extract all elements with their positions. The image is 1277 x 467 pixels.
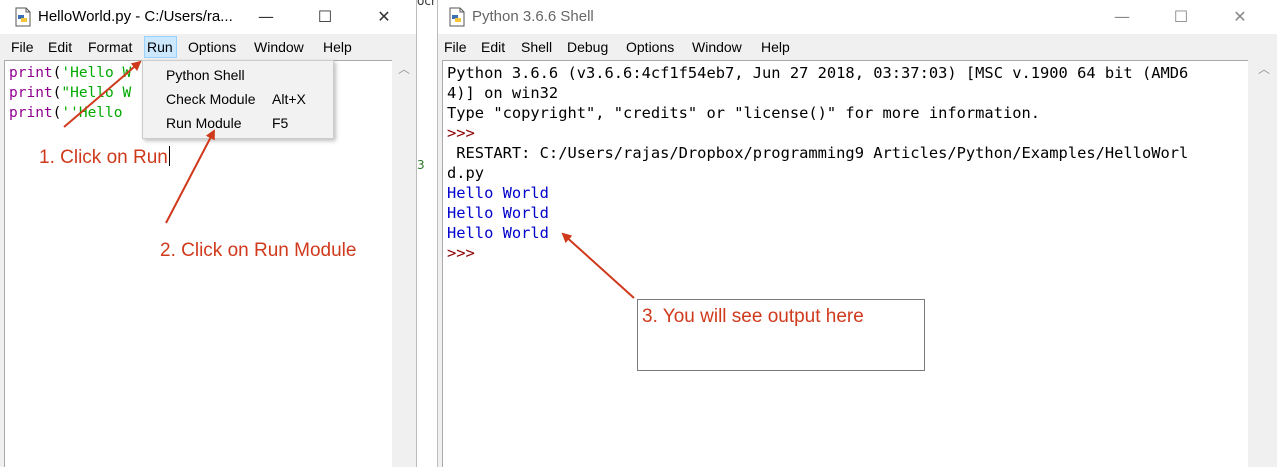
shell-menu-options[interactable]: Options — [626, 39, 674, 55]
shell-restart-line-2: d.py — [447, 164, 485, 182]
editor-menu-options[interactable]: Options — [188, 39, 236, 55]
editor-minimize-button[interactable]: — — [246, 3, 286, 31]
run-menu-dropdown: Python Shell Check Module Alt+X Run Modu… — [142, 60, 334, 139]
shell-maximize-button[interactable]: ☐ — [1161, 3, 1201, 31]
menu-item-run-module[interactable]: Run Module F5 — [143, 111, 333, 135]
shell-menu-window[interactable]: Window — [692, 39, 742, 55]
shell-prompt-1: >>> — [447, 124, 475, 142]
annotation-step-3: 3. You will see output here — [642, 306, 864, 327]
scroll-up-icon[interactable]: ︿ — [1258, 63, 1270, 75]
editor-menu-file[interactable]: File — [11, 39, 34, 55]
shell-output-line-2: Hello World — [447, 204, 549, 222]
text-cursor — [168, 146, 170, 166]
shell-title: Python 3.6.6 Shell — [472, 8, 594, 25]
python-shell-icon — [449, 7, 465, 27]
shell-prompt-2: >>> — [447, 244, 475, 262]
code-line-3: print(''Hello — [9, 105, 123, 121]
shell-window: Python 3.6.6 Shell — ☐ ✕ File Edit Shell… — [437, 0, 1277, 467]
shell-menubar: File Edit Shell Debug Options Window Hel… — [438, 34, 1277, 60]
menu-item-python-shell[interactable]: Python Shell — [143, 63, 333, 87]
shell-restart-line-1: RESTART: C:/Users/rajas/Dropbox/programm… — [447, 144, 1189, 162]
shell-menu-edit[interactable]: Edit — [481, 39, 505, 55]
shell-banner-line-3: Type "copyright", "credits" or "license(… — [447, 104, 1041, 122]
editor-close-button[interactable]: ✕ — [364, 3, 404, 31]
editor-menu-help[interactable]: Help — [323, 39, 352, 55]
shell-output-line-3: Hello World — [447, 224, 549, 242]
shell-menu-shell[interactable]: Shell — [521, 39, 552, 55]
editor-menubar: File Edit Format Run Options Window Help — [0, 34, 416, 60]
editor-titlebar[interactable]: HelloWorld.py - C:/Users/ra... — ☐ ✕ — [0, 0, 416, 34]
editor-menu-window[interactable]: Window — [254, 39, 304, 55]
editor-menu-edit[interactable]: Edit — [48, 39, 72, 55]
shell-scrollbar[interactable]: ︿ — [1254, 60, 1274, 467]
code-line-1: print('Hello W — [9, 65, 132, 81]
shell-menu-debug[interactable]: Debug — [567, 39, 608, 55]
editor-title: HelloWorld.py - C:/Users/ra... — [38, 8, 233, 25]
scroll-up-icon[interactable]: ︿ — [398, 63, 410, 75]
shell-banner-line-2: 4)] on win32 — [447, 84, 559, 102]
shell-minimize-button[interactable]: — — [1102, 3, 1142, 31]
python-file-icon — [15, 7, 31, 27]
shell-menu-file[interactable]: File — [444, 39, 467, 55]
code-line-2: print("Hello W — [9, 85, 132, 101]
shell-titlebar[interactable]: Python 3.6.6 Shell — ☐ ✕ — [438, 0, 1277, 34]
annotation-step-1: 1. Click on Run — [39, 146, 170, 168]
shell-banner-line-1: Python 3.6.6 (v3.6.6:4cf1f54eb7, Jun 27 … — [447, 64, 1189, 82]
menu-item-check-module[interactable]: Check Module Alt+X — [143, 87, 333, 111]
background-window-fragment: ocr — [417, 0, 436, 8]
shell-output-line-1: Hello World — [447, 184, 549, 202]
editor-menu-format[interactable]: Format — [88, 39, 132, 55]
editor-maximize-button[interactable]: ☐ — [305, 3, 345, 31]
shell-output-area[interactable]: Python 3.6.6 (v3.6.6:4cf1f54eb7, Jun 27 … — [442, 60, 1248, 467]
editor-menu-run[interactable]: Run — [144, 36, 177, 58]
background-mark: 3 — [417, 158, 425, 172]
annotation-step-2: 2. Click on Run Module — [160, 240, 357, 261]
shell-close-button[interactable]: ✕ — [1220, 3, 1260, 31]
shell-menu-help[interactable]: Help — [761, 39, 790, 55]
editor-scrollbar[interactable]: ︿ — [394, 60, 414, 467]
desktop-gap — [417, 0, 437, 467]
